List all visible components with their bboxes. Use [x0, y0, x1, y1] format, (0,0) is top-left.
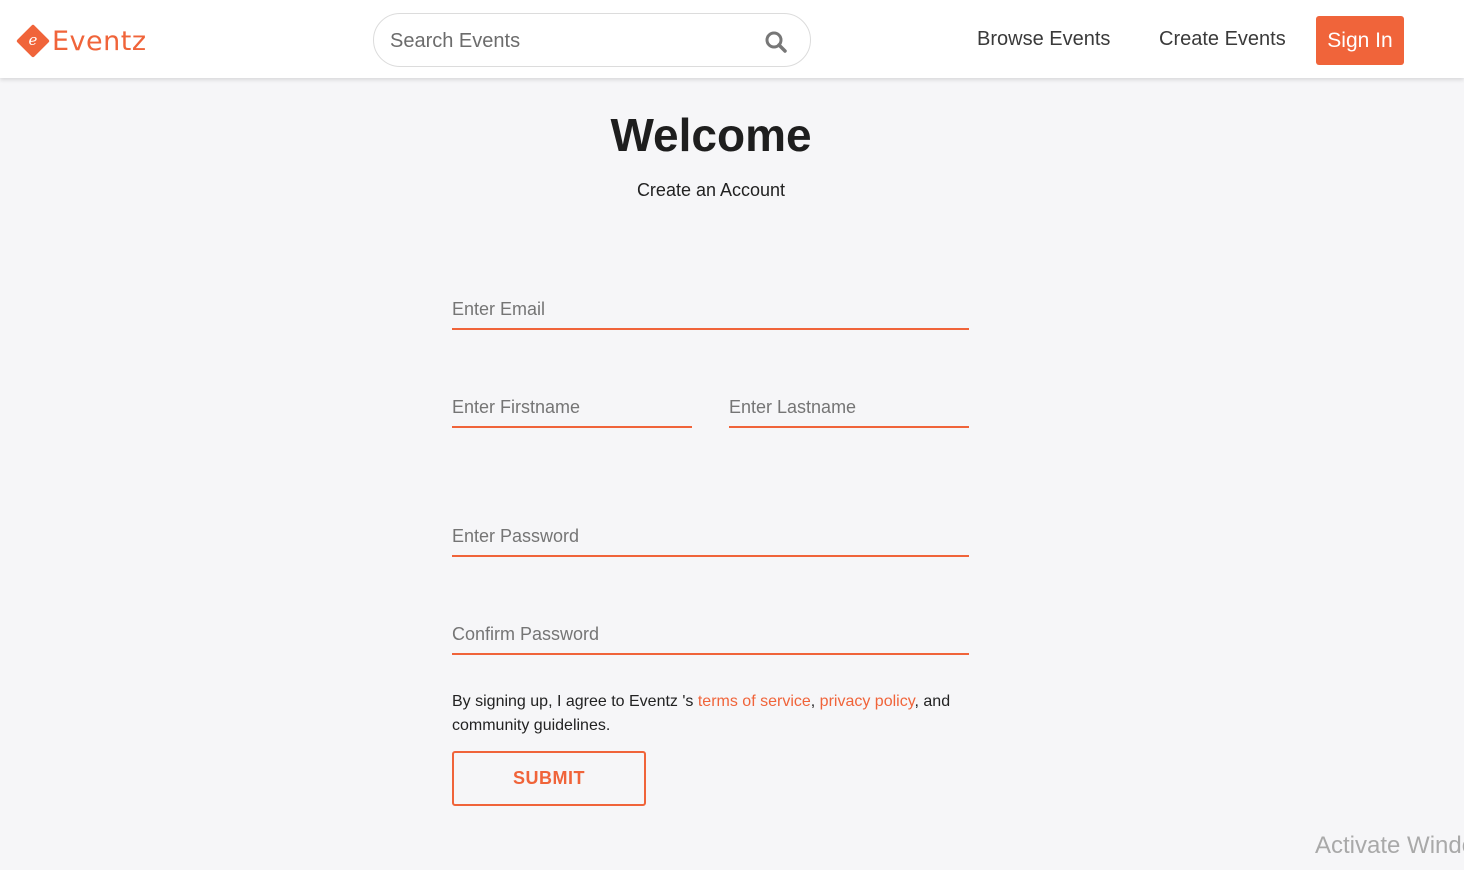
nav-create-events[interactable]: Create Events: [1159, 28, 1286, 51]
activate-windows-watermark: Activate Windows: [1315, 832, 1464, 859]
lastname-field[interactable]: [729, 388, 969, 428]
search-icon[interactable]: [764, 30, 788, 54]
confirm-password-field[interactable]: [452, 615, 969, 655]
search-input[interactable]: [390, 26, 750, 56]
nav-browse-events[interactable]: Browse Events: [977, 28, 1110, 51]
terms-of-service-link[interactable]: terms of service: [698, 693, 811, 710]
password-field[interactable]: [452, 517, 969, 557]
privacy-policy-link[interactable]: privacy policy: [820, 693, 915, 710]
terms-text: By signing up, I agree to Eventz 's term…: [452, 690, 972, 738]
brand-name: Eventz: [52, 25, 147, 57]
submit-button[interactable]: SUBMIT: [452, 751, 646, 806]
sign-in-button[interactable]: Sign In: [1316, 16, 1404, 65]
email-field[interactable]: [452, 290, 969, 330]
page-subtitle: Create an Account: [636, 180, 786, 200]
page-title: Welcome: [610, 109, 812, 161]
search-bar: [373, 13, 811, 67]
brand-logo[interactable]: e Eventz: [16, 22, 147, 60]
top-navbar: e Eventz Browse Events Create Events Sig…: [0, 0, 1464, 78]
terms-separator: ,: [810, 693, 820, 710]
firstname-field[interactable]: [452, 388, 692, 428]
terms-prefix: By signing up, I agree to Eventz 's: [452, 693, 698, 710]
logo-icon: e: [16, 24, 50, 58]
